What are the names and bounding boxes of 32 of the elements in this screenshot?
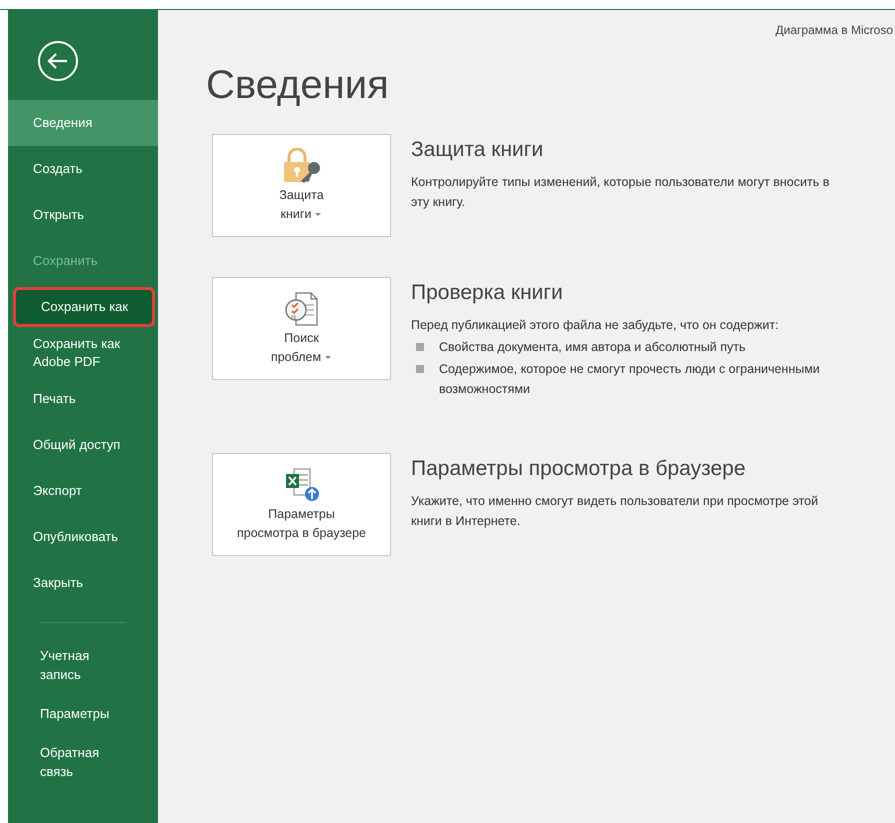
window-title: Диаграмма в Microso xyxy=(776,22,893,39)
bullet-icon xyxy=(416,343,424,351)
sidebar-item[interactable]: Создать xyxy=(8,146,158,192)
section-title: Защита книги xyxy=(411,137,544,163)
sidebar-item[interactable]: Закрыть xyxy=(8,560,158,606)
sidebar-item[interactable]: Опубликовать xyxy=(8,514,158,560)
sidebar-item[interactable]: Сохранить как Adobe PDF xyxy=(8,330,158,376)
sidebar-item[interactable]: Учетная запись xyxy=(8,639,158,691)
back-button[interactable] xyxy=(37,40,79,82)
sidebar-item[interactable]: Открыть xyxy=(8,192,158,238)
section-title: Параметры просмотра в браузере xyxy=(411,456,747,482)
sidebar-item[interactable]: Экспорт xyxy=(8,468,158,514)
checklist-document-icon xyxy=(284,290,320,326)
sidebar-item[interactable]: Параметры xyxy=(8,697,158,730)
section-description: Укажите, что именно смогут видеть пользователи при просмотре этой книги в Интернете. xyxy=(411,493,820,530)
section-button[interactable]: Параметры просмотра в браузере xyxy=(212,453,391,556)
page-heading: Сведения xyxy=(206,62,390,109)
sidebar-item[interactable]: Обратная связь xyxy=(8,736,158,788)
bullet-text: Свойства документа, имя автора и абсолютный путь xyxy=(439,339,747,356)
bullet-text: Содержимое, которое не смогут прочесть люди с ограниченными возможностями xyxy=(439,361,821,398)
section-title: Проверка книги xyxy=(411,280,564,306)
section-button[interactable]: Поиск проблем xyxy=(212,277,391,380)
caret-icon xyxy=(314,212,322,217)
sidebar-item[interactable]: Сохранить как xyxy=(13,287,155,327)
bullet-icon xyxy=(416,365,424,373)
section-button[interactable]: Защита книги xyxy=(212,134,391,237)
caret-icon xyxy=(324,354,332,360)
sidebar-item[interactable]: Печать xyxy=(8,376,158,422)
sidebar-item[interactable]: Сведения xyxy=(8,100,158,146)
section-description: Контролируйте типы изменений, которые пользователи могут вносить в эту книгу. xyxy=(411,174,830,211)
sidebar-item[interactable]: Общий доступ xyxy=(8,422,158,468)
section-description: Перед публикацией этого файла не забудьте, что он содержит: xyxy=(411,317,780,334)
